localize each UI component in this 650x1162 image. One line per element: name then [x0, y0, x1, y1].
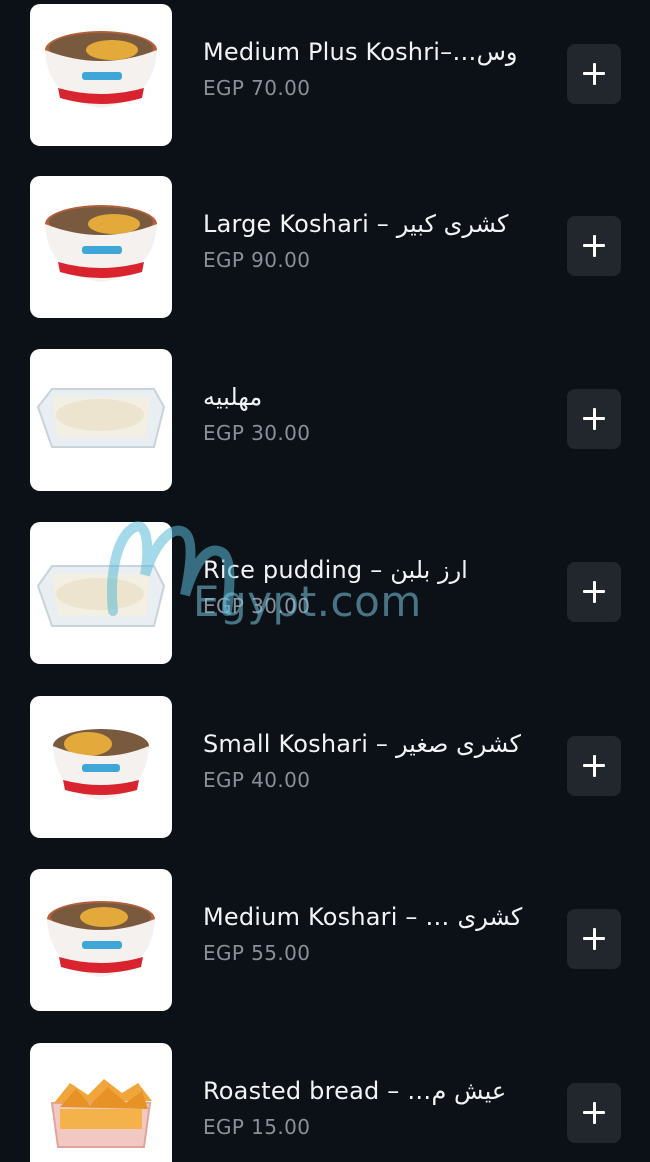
- item-name: Medium Plus Koshri–…وس: [203, 38, 518, 66]
- item-price: EGP 90.00: [203, 248, 311, 272]
- item-price: EGP 30.00: [203, 421, 311, 445]
- menu-item-large-koshari[interactable]: Large Koshari – كشرى كبير EGP 90.00: [0, 176, 650, 320]
- menu-page: Medium Plus Koshri–…وس EGP 70.00 Large K…: [0, 0, 650, 1162]
- add-to-cart-button[interactable]: [567, 736, 621, 796]
- item-price: EGP 55.00: [203, 941, 311, 965]
- koshari-bowl-image: [30, 176, 172, 318]
- item-name: Roasted bread – …عيش م: [203, 1077, 507, 1105]
- menu-item-rice-pudding[interactable]: Rice pudding – ارز بلبن EGP 30.00: [0, 522, 650, 666]
- menu-item-medium-plus-koshri[interactable]: Medium Plus Koshri–…وس EGP 70.00: [0, 4, 650, 148]
- item-price: EGP 30.00: [203, 594, 311, 618]
- item-name: Small Koshari – كشرى صغير: [203, 730, 521, 758]
- menu-item-mahalabeya[interactable]: مهلبيه EGP 30.00: [0, 349, 650, 493]
- item-name: Rice pudding – ارز بلبن: [203, 556, 468, 584]
- menu-item-medium-koshari[interactable]: Medium Koshari – … كشرى EGP 55.00: [0, 869, 650, 1013]
- add-to-cart-button[interactable]: [567, 562, 621, 622]
- item-price: EGP 15.00: [203, 1115, 311, 1139]
- add-to-cart-button[interactable]: [567, 216, 621, 276]
- menu-item-small-koshari[interactable]: Small Koshari – كشرى صغير EGP 40.00: [0, 696, 650, 840]
- add-to-cart-button[interactable]: [567, 909, 621, 969]
- item-name: Large Koshari – كشرى كبير: [203, 210, 509, 238]
- menu-item-roasted-bread[interactable]: Roasted bread – …عيش م EGP 15.00: [0, 1043, 650, 1162]
- add-to-cart-button[interactable]: [567, 1083, 621, 1143]
- bread-box-image: [30, 1043, 172, 1162]
- add-to-cart-button[interactable]: [567, 389, 621, 449]
- koshari-bowl-image: [30, 4, 172, 146]
- pudding-tray-image: [30, 349, 172, 491]
- koshari-bowl-image: [30, 696, 172, 838]
- item-price: EGP 40.00: [203, 768, 311, 792]
- add-to-cart-button[interactable]: [567, 44, 621, 104]
- pudding-tray-image: [30, 522, 172, 664]
- item-name: Medium Koshari – … كشرى: [203, 903, 523, 931]
- koshari-bowl-image: [30, 869, 172, 1011]
- item-price: EGP 70.00: [203, 76, 311, 100]
- item-name: مهلبيه: [203, 383, 263, 411]
